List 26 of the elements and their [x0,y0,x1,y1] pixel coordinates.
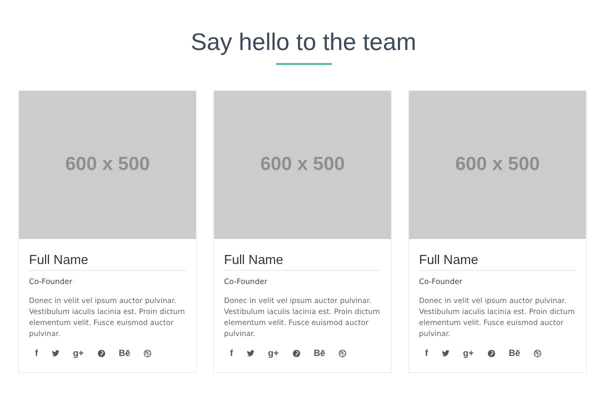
bird-icon[interactable] [51,348,60,358]
ball-icon[interactable] [338,348,348,358]
social-link[interactable]: g+ [463,348,474,358]
pin-icon[interactable] [96,348,106,358]
placeholder-label: 600 x 500 [455,154,540,176]
social-link[interactable]: Bē [118,348,130,358]
social-link[interactable]: Bē [508,348,520,358]
member-name: Full Name [29,252,186,271]
social-link[interactable]: f [425,348,428,358]
social-link[interactable]: g+ [268,348,279,358]
pin-icon[interactable] [292,348,301,358]
heading-underline [276,63,332,65]
bird-icon[interactable] [246,348,255,358]
section-heading: Say hello to the team [190,28,418,58]
social-link[interactable]: g+ [73,348,84,358]
member-name: Full Name [224,252,381,271]
ball-icon[interactable] [533,348,542,358]
placeholder-label: 600 x 500 [65,154,150,176]
placeholder-label: 600 x 500 [260,154,345,176]
member-name: Full Name [419,252,576,271]
pin-icon[interactable] [486,348,496,358]
bird-icon[interactable] [441,348,450,358]
social-link[interactable]: Bē [314,348,326,358]
ball-icon[interactable] [143,348,152,358]
social-link[interactable]: f [35,348,38,358]
social-link[interactable]: f [230,348,233,358]
